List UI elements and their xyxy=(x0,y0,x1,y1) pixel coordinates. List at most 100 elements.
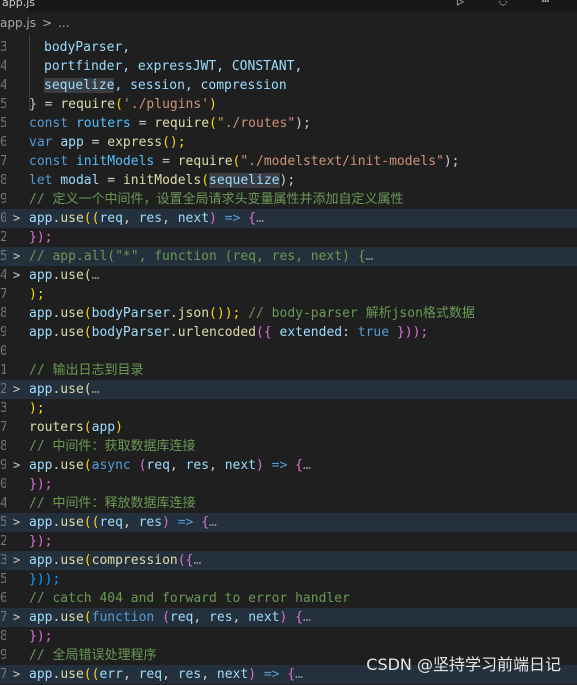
token: res xyxy=(138,211,163,226)
code-line-folded: 4 > app.use(… xyxy=(0,266,577,285)
token: require xyxy=(154,116,210,131)
line-number: 3 xyxy=(0,553,6,568)
code-line: 9 app.use(bodyParser.urlencoded({ extende… xyxy=(0,323,577,342)
token: , session, compression xyxy=(114,78,287,93)
token: => xyxy=(263,667,280,682)
token: bodyParser, xyxy=(44,40,131,55)
token: ( xyxy=(201,173,210,188)
line-number: 4 xyxy=(0,496,6,511)
fold-ellipsis[interactable]: … xyxy=(193,553,201,568)
fold-ellipsis[interactable]: … xyxy=(366,249,374,264)
fold-ellipsis[interactable]: … xyxy=(303,458,311,473)
token: ) xyxy=(209,97,217,112)
token: ) { xyxy=(279,610,303,625)
code-line: 8 let modal = initModels(sequelize); xyxy=(0,171,577,190)
chevron-right-icon[interactable]: > xyxy=(13,608,20,627)
fold-ellipsis[interactable]: … xyxy=(209,515,217,530)
line-number: 8 xyxy=(0,306,6,321)
token: ); xyxy=(29,401,45,416)
comment: // catch 404 and forward to error handle… xyxy=(29,591,350,606)
token: }); xyxy=(29,477,53,492)
chevron-right-icon[interactable]: > xyxy=(13,209,20,228)
token: ); xyxy=(279,173,296,188)
token: let xyxy=(29,173,61,188)
editor-actions[interactable]: ▷ ◌ ⋯ xyxy=(457,0,563,8)
line-number: 2 xyxy=(0,382,6,397)
breadcrumb-file[interactable]: app.js xyxy=(0,16,36,30)
line-number: 5 xyxy=(0,572,6,587)
chevron-right-icon[interactable]: > xyxy=(13,380,20,399)
token: routers xyxy=(75,116,131,131)
tab-app-js[interactable]: app.js xyxy=(0,0,35,12)
chevron-right-icon[interactable]: > xyxy=(13,551,20,570)
line-number: 7 xyxy=(0,287,6,302)
line-number: 4 xyxy=(0,59,6,74)
line-number: 6 xyxy=(0,591,6,606)
token: ( xyxy=(115,97,123,112)
fold-ellipsis[interactable]: … xyxy=(256,211,264,226)
line-number: 7 xyxy=(0,610,6,625)
fold-ellipsis[interactable]: … xyxy=(92,268,100,283)
code-line-folded: 5 > app.use((req, res) => {… xyxy=(0,513,577,532)
line-number: 9 xyxy=(0,648,6,663)
chevron-right-icon[interactable]: > xyxy=(13,266,20,285)
token: = xyxy=(99,173,123,188)
code-line: 0}); xyxy=(0,475,577,494)
token: ( xyxy=(83,325,92,340)
code-line: 7); xyxy=(0,285,577,304)
token: ) xyxy=(256,458,272,473)
token: , xyxy=(209,458,225,473)
token: { xyxy=(240,211,257,226)
breadcrumb-more[interactable]: ... xyxy=(58,16,69,30)
code-line: 0 xyxy=(0,342,577,361)
token: }); xyxy=(29,534,53,549)
token: (( xyxy=(83,515,100,530)
line-number: 2 xyxy=(0,534,6,549)
token: err xyxy=(99,667,123,682)
token: ( xyxy=(83,306,92,321)
token: .use( xyxy=(52,382,92,397)
fold-ellipsis[interactable]: … xyxy=(92,382,100,397)
code-line: 6 // catch 404 and forward to error handl… xyxy=(0,589,577,608)
watermark: CSDN @坚持学习前端日记 xyxy=(366,655,561,674)
token: = xyxy=(130,116,155,131)
fold-ellipsis[interactable]: … xyxy=(303,610,311,625)
token: use xyxy=(60,306,84,321)
token: ({ xyxy=(177,553,194,568)
token: = xyxy=(154,154,178,169)
chevron-right-icon[interactable]: > xyxy=(13,513,20,532)
line-number: 7 xyxy=(0,667,6,682)
token: app xyxy=(91,420,116,435)
fold-ellipsis[interactable]: … xyxy=(295,667,303,682)
token: require xyxy=(177,154,233,169)
token: next xyxy=(216,667,249,682)
code-line: 2}); xyxy=(0,532,577,551)
token: next xyxy=(248,610,280,625)
token: compression xyxy=(91,553,178,568)
token: => xyxy=(271,458,288,473)
token: ) xyxy=(248,667,264,682)
line-number: 9 xyxy=(0,458,6,473)
token: req xyxy=(138,667,163,682)
token: } = xyxy=(29,97,61,112)
line-number: 8 xyxy=(0,173,6,188)
code-line: 5 const routers = require("./routes"); xyxy=(0,114,577,133)
token: , xyxy=(162,667,178,682)
token: ); xyxy=(443,154,460,169)
token: = xyxy=(83,135,108,150)
line-number: 8 xyxy=(0,629,6,644)
token: routers xyxy=(29,420,84,435)
token: initModels xyxy=(122,173,202,188)
token: ( xyxy=(209,116,217,131)
code-line: 5} = require('./plugins') xyxy=(0,95,577,114)
token: ) xyxy=(209,211,225,226)
token: (( xyxy=(83,211,100,226)
token: app xyxy=(29,553,53,568)
selected-token: sequelize xyxy=(209,173,280,188)
chevron-right-icon[interactable]: > xyxy=(13,247,20,266)
token: next xyxy=(177,211,210,226)
token: app xyxy=(60,135,84,150)
token: => xyxy=(177,515,194,530)
chevron-right-icon[interactable]: > xyxy=(13,665,20,684)
chevron-right-icon[interactable]: > xyxy=(13,456,20,475)
